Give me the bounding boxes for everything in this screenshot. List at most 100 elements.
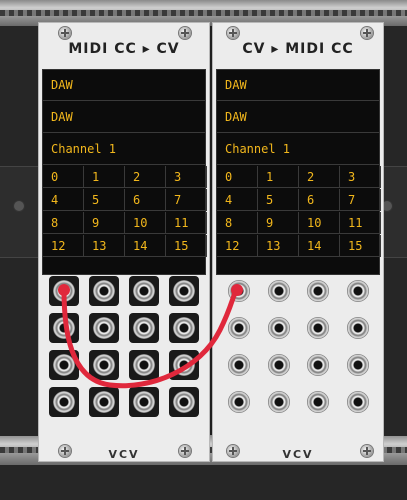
cc-cell[interactable]: 3 (340, 166, 381, 188)
driver-select[interactable]: DAW (217, 70, 379, 101)
jack-socket-icon (93, 280, 115, 302)
cc-cell[interactable]: 14 (299, 235, 340, 257)
jack-socket-icon (228, 391, 250, 413)
channel-select[interactable]: Channel 1 (43, 134, 205, 165)
rail-screw-icon (14, 201, 24, 211)
driver-select[interactable]: DAW (43, 70, 205, 101)
module-title: CV ▸ MIDI CC (242, 41, 354, 57)
jack-socket-icon (173, 280, 195, 302)
cc-cell[interactable]: 15 (166, 235, 207, 257)
cc-cell[interactable]: 10 (125, 212, 166, 234)
cc-cell[interactable]: 9 (258, 212, 299, 234)
output-jack[interactable] (129, 313, 159, 343)
input-jack[interactable] (343, 276, 373, 306)
jack-socket-icon (133, 354, 155, 376)
midi-cc-to-cv-module[interactable]: MIDI CC ▸ CV DAW DAW Channel 1 012345678… (38, 22, 210, 462)
output-jack[interactable] (129, 350, 159, 380)
cc-cell[interactable]: 13 (84, 235, 125, 257)
output-jack[interactable] (49, 276, 79, 306)
input-jack[interactable] (303, 350, 333, 380)
cc-cell[interactable]: 5 (258, 189, 299, 211)
jack-socket-icon (173, 317, 195, 339)
cc-cell[interactable]: 7 (340, 189, 381, 211)
output-jack[interactable] (169, 387, 199, 417)
cc-cell[interactable]: 7 (166, 189, 207, 211)
cc-cell[interactable]: 13 (258, 235, 299, 257)
input-jack[interactable] (224, 350, 254, 380)
jack-socket-icon (307, 280, 329, 302)
channel-select[interactable]: Channel 1 (217, 134, 379, 165)
jack-socket-icon (307, 317, 329, 339)
input-jack[interactable] (264, 313, 294, 343)
input-jack[interactable] (303, 313, 333, 343)
output-jack[interactable] (89, 313, 119, 343)
device-select[interactable]: DAW (43, 102, 205, 133)
midi-display: DAW DAW Channel 1 0 1 2 3 4 5 6 7 8 9 10 11 12 13 14 15 (42, 69, 207, 276)
screw-icon (361, 27, 373, 39)
input-jack[interactable] (224, 313, 254, 343)
output-jack[interactable] (169, 276, 199, 306)
jack-socket-icon (53, 391, 75, 413)
input-jack[interactable] (343, 387, 373, 417)
input-jack[interactable] (224, 276, 254, 306)
screw-icon (59, 27, 71, 39)
cv-to-midi-cc-module[interactable]: CV ▸ MIDI CC DAW DAW Channel 1 012345678… (212, 22, 384, 462)
input-jack[interactable] (303, 387, 333, 417)
cc-cell[interactable]: 4 (217, 189, 258, 211)
cc-cell[interactable]: 8 (217, 212, 258, 234)
cc-cell[interactable]: 2 (299, 166, 340, 188)
input-jack[interactable] (303, 276, 333, 306)
vcv-logo: VCV (108, 448, 140, 461)
device-select[interactable]: DAW (217, 102, 379, 133)
output-jack[interactable] (89, 276, 119, 306)
jack-socket-icon (346, 391, 369, 413)
cc-cell[interactable]: 9 (84, 212, 125, 234)
cc-cell[interactable]: 12 (217, 235, 258, 257)
jack-socket-icon (267, 280, 290, 302)
cc-cell[interactable]: 12 (43, 235, 84, 257)
cc-cell[interactable]: 0 (43, 166, 84, 188)
jack-socket-icon (173, 354, 195, 376)
input-jack[interactable] (264, 387, 294, 417)
cc-cell[interactable]: 4 (43, 189, 84, 211)
cc-cell[interactable]: 6 (125, 189, 166, 211)
cc-grid: 0 1 2 3 4 5 6 7 8 9 10 11 12 13 14 15 (43, 165, 207, 276)
output-jack[interactable] (89, 350, 119, 380)
input-jack[interactable] (343, 350, 373, 380)
jack-socket-icon (133, 280, 155, 302)
input-jack[interactable] (264, 276, 294, 306)
cc-cell[interactable]: 5 (84, 189, 125, 211)
cc-cell[interactable]: 14 (125, 235, 166, 257)
cc-cell[interactable]: 1 (258, 166, 299, 188)
cc-cell[interactable]: 15 (340, 235, 381, 257)
output-jack[interactable] (49, 387, 79, 417)
cc-cell[interactable]: 0 (217, 166, 258, 188)
cc-cell[interactable]: 10 (299, 212, 340, 234)
input-jack[interactable] (264, 350, 294, 380)
cc-cell[interactable]: 11 (166, 212, 207, 234)
cc-cell[interactable]: 8 (43, 212, 84, 234)
module-title: MIDI CC ▸ CV (68, 41, 180, 57)
cc-cell[interactable]: 2 (125, 166, 166, 188)
cc-cell[interactable]: 11 (340, 212, 381, 234)
cc-cell[interactable]: 6 (299, 189, 340, 211)
jack-socket-icon (53, 280, 75, 302)
screw-icon (179, 27, 191, 39)
jack-socket-icon (93, 317, 115, 339)
output-jack[interactable] (169, 313, 199, 343)
jack-socket-icon (346, 317, 369, 339)
jack-socket-icon (228, 317, 250, 339)
jack-socket-icon (133, 317, 155, 339)
jack-socket-icon (267, 391, 290, 413)
output-jack[interactable] (129, 387, 159, 417)
cc-cell[interactable]: 1 (84, 166, 125, 188)
output-jack[interactable] (169, 350, 199, 380)
output-jack[interactable] (89, 387, 119, 417)
output-jack[interactable] (129, 276, 159, 306)
output-jack[interactable] (49, 313, 79, 343)
input-jack[interactable] (343, 313, 373, 343)
output-jack[interactable] (49, 350, 79, 380)
cc-cell[interactable]: 3 (166, 166, 207, 188)
jack-socket-icon (228, 354, 250, 376)
input-jack[interactable] (224, 387, 254, 417)
